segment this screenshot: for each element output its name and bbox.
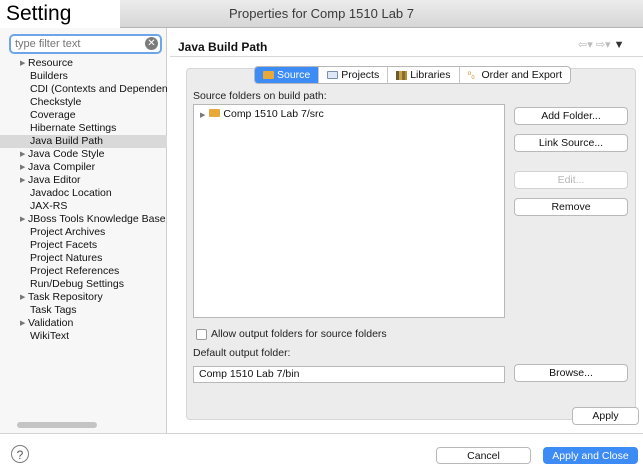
footer-divider — [0, 433, 643, 434]
sidebar-item[interactable]: Hibernate Settings — [0, 122, 167, 135]
sidebar-item[interactable]: JBoss Tools Knowledge Base — [0, 213, 167, 226]
apply-button[interactable]: Apply — [572, 407, 639, 425]
link-source-button[interactable]: Link Source... — [514, 134, 628, 152]
sidebar-item-label: Validation — [28, 317, 74, 329]
tab-label: Order and Export — [481, 68, 563, 81]
browse-button[interactable]: Browse... — [514, 364, 628, 382]
sidebar-item[interactable]: Java Build Path — [0, 135, 167, 148]
horizontal-scrollbar[interactable] — [17, 422, 97, 428]
sidebar-item-label: Task Tags — [30, 304, 77, 316]
default-output-field[interactable]: Comp 1510 Lab 7/bin — [193, 366, 505, 383]
projects-icon — [327, 71, 339, 79]
sidebar-item[interactable]: Project Archives — [0, 226, 167, 239]
sidebar-item-label: Project References — [30, 265, 120, 277]
tab-label: Libraries — [410, 68, 451, 81]
sidebar-item-label: Task Repository — [28, 291, 103, 303]
cancel-button[interactable]: Cancel — [436, 447, 531, 464]
sidebar-item-label: WikiText — [30, 330, 70, 342]
default-output-label: Default output folder: — [193, 347, 291, 359]
property-tree: ResourceBuildersCDI (Contexts and Depend… — [0, 57, 167, 343]
sidebar-item-label: Project Archives — [30, 226, 106, 238]
sidebar-item-label: Run/Debug Settings — [30, 278, 124, 290]
sidebar-item[interactable]: Validation — [0, 317, 167, 330]
sidebar-item-label: JBoss Tools Knowledge Base — [28, 213, 166, 225]
tab-label: Projects — [341, 68, 380, 81]
source-folders-label: Source folders on build path: — [193, 90, 327, 102]
edit-button[interactable]: Edit... — [514, 171, 628, 189]
sidebar-item[interactable]: Task Repository — [0, 291, 167, 304]
sidebar-item[interactable]: Task Tags — [0, 304, 167, 317]
sidebar-item-label: Java Compiler — [28, 161, 96, 173]
source-folder-label: Comp 1510 Lab 7/src — [223, 108, 324, 120]
page-title: Java Build Path — [178, 40, 268, 54]
expand-arrow-icon[interactable]: ▶ — [200, 112, 205, 119]
sidebar-item-label: JAX-RS — [30, 200, 68, 212]
filter-input[interactable] — [9, 34, 162, 54]
tab-source[interactable]: Source — [255, 67, 320, 83]
sidebar-item[interactable]: Builders — [0, 70, 167, 83]
sidebar-item[interactable]: Project Facets — [0, 239, 167, 252]
allow-output-checkbox[interactable] — [196, 329, 207, 340]
source-folders-list[interactable] — [193, 104, 505, 318]
help-icon[interactable]: ? — [11, 445, 29, 463]
sidebar-item-label: Resource — [28, 57, 73, 69]
view-menu-icon[interactable]: ▼ — [614, 39, 625, 51]
header-divider — [170, 56, 643, 57]
sidebar-item[interactable]: Java Code Style — [0, 148, 167, 161]
sidebar-item[interactable]: Checkstyle — [0, 96, 167, 109]
remove-button[interactable]: Remove — [514, 198, 628, 216]
sidebar-item[interactable]: Javadoc Location — [0, 187, 167, 200]
clear-filter-icon[interactable]: ✕ — [145, 37, 158, 50]
tab-projects[interactable]: Projects — [319, 67, 389, 83]
sidebar-item[interactable]: Resource — [0, 57, 167, 70]
sidebar-item-label: Builders — [30, 70, 68, 82]
sidebar-item-label: Project Natures — [30, 252, 103, 264]
sidebar-item[interactable]: Project Natures — [0, 252, 167, 265]
back-arrow-icon[interactable]: ⇦▾ — [578, 39, 593, 51]
sidebar-item-label: Javadoc Location — [30, 187, 112, 199]
sidebar-item-label: Coverage — [30, 109, 76, 121]
sidebar-item[interactable]: CDI (Contexts and Dependency Injection) — [0, 83, 167, 96]
source-folder-icon — [263, 71, 274, 79]
window-title: Properties for Comp 1510 Lab 7 — [229, 6, 414, 21]
sidebar-item-label: CDI (Contexts and Dependency Injection) — [30, 83, 167, 95]
sidebar-item[interactable]: JAX-RS — [0, 200, 167, 213]
sidebar-item-label: Project Facets — [30, 239, 98, 251]
build-path-tabs: Source Projects Libraries ⁰₀ Order and Expor… — [254, 66, 572, 84]
tab-order-and-export[interactable]: ⁰₀ Order and Export — [460, 67, 571, 83]
allow-output-label: Allow output folders for source folders — [211, 328, 387, 340]
sidebar-item[interactable]: Project References — [0, 265, 167, 278]
forward-arrow-icon[interactable]: ⇨▾ — [596, 39, 611, 51]
sidebar-item-label: Hibernate Settings — [30, 122, 117, 134]
source-folder-item[interactable]: ▶ Comp 1510 Lab 7/src — [200, 108, 324, 120]
libraries-icon — [396, 70, 408, 80]
sidebar-item-label: Checkstyle — [30, 96, 82, 108]
sidebar-item-label: Java Build Path — [30, 135, 103, 147]
sidebar-item[interactable]: Java Compiler — [0, 161, 167, 174]
apply-and-close-button[interactable]: Apply and Close — [543, 447, 638, 464]
add-folder-button[interactable]: Add Folder... — [514, 107, 628, 125]
sidebar-item[interactable]: Java Editor — [0, 174, 167, 187]
sidebar-item-label: Java Editor — [28, 174, 81, 186]
package-folder-icon — [209, 109, 221, 117]
sidebar-item[interactable]: WikiText — [0, 330, 167, 343]
sidebar-item[interactable]: Run/Debug Settings — [0, 278, 167, 291]
tab-libraries[interactable]: Libraries — [388, 67, 460, 83]
tab-label: Source — [277, 68, 311, 81]
navigation-arrows[interactable]: ⇦▾ ⇨▾ ▼ — [578, 38, 625, 51]
order-export-icon: ⁰₀ — [467, 70, 475, 80]
sidebar-item-label: Java Code Style — [28, 148, 105, 160]
sidebar-item[interactable]: Coverage — [0, 109, 167, 122]
